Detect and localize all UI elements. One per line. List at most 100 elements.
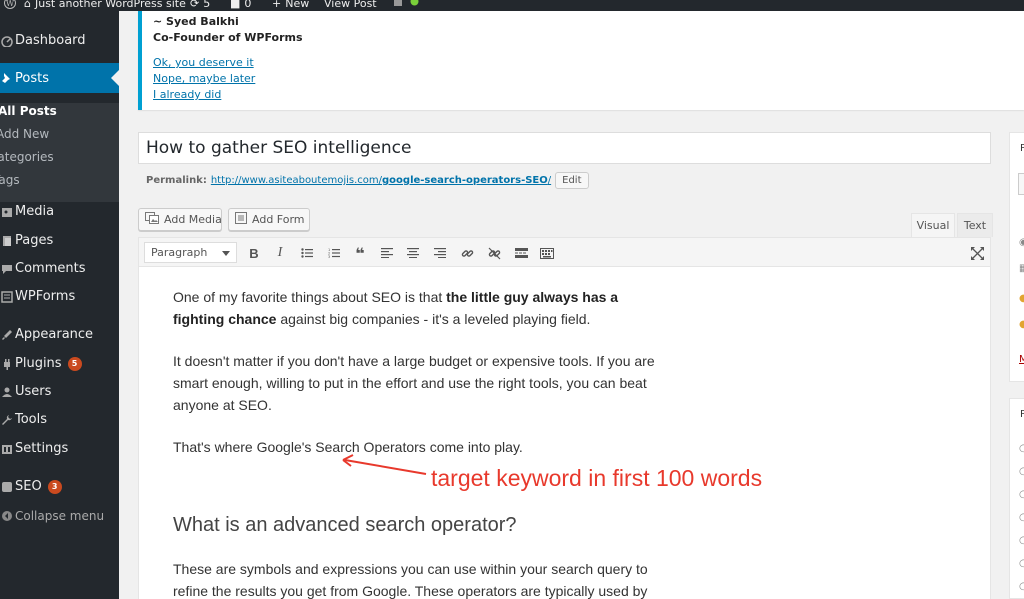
collapse-menu-label: Collapse menu bbox=[15, 509, 105, 523]
radio-option-6[interactable]: ○ bbox=[1019, 558, 1024, 569]
submenu-add-new[interactable]: Add New bbox=[0, 127, 49, 141]
wpforms-icon bbox=[0, 290, 14, 304]
publish-panel-heading: P bbox=[1020, 143, 1024, 154]
move-to-trash-link[interactable]: M bbox=[1019, 354, 1024, 365]
sidebar-item-settings[interactable]: Settings bbox=[0, 441, 119, 456]
permalink-link[interactable]: http://www.asiteaboutemojis.com/google-s… bbox=[211, 175, 551, 186]
submenu-all-posts[interactable]: All Posts bbox=[0, 104, 57, 118]
posts-submenu: All Posts Add New Categories Tags bbox=[0, 103, 119, 202]
sidebar-item-label: Tools bbox=[15, 412, 48, 427]
dashboard-icon bbox=[0, 34, 14, 48]
radio-option-1[interactable]: ○ bbox=[1019, 443, 1024, 454]
sidebar-item-tools[interactable]: Tools bbox=[0, 412, 119, 427]
sidebar-item-dashboard[interactable]: Dashboard bbox=[0, 33, 119, 48]
radio-option-4[interactable]: ○ bbox=[1019, 512, 1024, 523]
updates-count: 5 bbox=[203, 0, 211, 10]
sidebar-item-label: Dashboard bbox=[15, 33, 86, 48]
numbered-list-icon[interactable]: 123 bbox=[325, 244, 343, 262]
sidebar-item-media[interactable]: Media bbox=[0, 204, 119, 219]
svg-text:3: 3 bbox=[328, 255, 330, 258]
format-select-value: Paragraph bbox=[151, 246, 208, 259]
add-form-label: Add Form bbox=[252, 213, 305, 226]
admin-sidebar: Dashboard Posts All Posts Add New Catego… bbox=[0, 11, 119, 599]
comment-icon: ■ bbox=[230, 0, 241, 10]
site-name-link[interactable]: ⌂ Just another WordPress site bbox=[24, 0, 186, 10]
paragraph-2: It doesn't matter if you don't have a la… bbox=[173, 353, 655, 413]
review-request-notice: ~ Syed Balkhi Co-Founder of WPForms Ok, … bbox=[138, 11, 1024, 110]
sidebar-item-label: Comments bbox=[15, 261, 86, 276]
post-title-input[interactable]: How to gather SEO intelligence bbox=[138, 132, 991, 164]
wordpress-logo-icon[interactable]: W bbox=[4, 0, 16, 9]
seo-plugin-icon[interactable] bbox=[393, 0, 403, 7]
sidebar-item-pages[interactable]: Pages bbox=[0, 233, 119, 248]
notice-author-role: Co-Founder of WPForms bbox=[153, 31, 303, 44]
sidebar-item-users[interactable]: Users bbox=[0, 384, 119, 399]
updates-link[interactable]: ⟳ 5 bbox=[190, 0, 210, 10]
fullscreen-icon[interactable] bbox=[968, 244, 986, 262]
align-center-icon[interactable] bbox=[404, 244, 422, 262]
plus-icon: + bbox=[272, 0, 282, 10]
editor-content-area[interactable]: One of my favorite things about SEO is t… bbox=[138, 267, 991, 599]
paragraph-4: These are symbols and expressions you ca… bbox=[173, 561, 648, 599]
sidebar-item-label: WPForms bbox=[15, 289, 76, 304]
sidebar-item-label: Settings bbox=[15, 441, 69, 456]
add-form-button[interactable]: Add Form bbox=[228, 208, 310, 231]
paintbrush-icon bbox=[0, 328, 14, 342]
sidebar-item-label: Plugins bbox=[15, 356, 62, 371]
remove-link-icon[interactable] bbox=[485, 244, 503, 262]
radio-option-7[interactable]: ○ bbox=[1019, 581, 1024, 592]
media-icon bbox=[0, 205, 14, 219]
sidebar-item-wpforms[interactable]: WPForms bbox=[0, 289, 119, 304]
tab-visual[interactable]: Visual bbox=[911, 213, 955, 237]
notice-link-deserve[interactable]: Ok, you deserve it bbox=[153, 56, 254, 69]
sidebar-item-seo[interactable]: SEO 3 bbox=[0, 479, 119, 494]
seo-notification-badge: 3 bbox=[47, 479, 62, 494]
insert-link-icon[interactable] bbox=[458, 244, 476, 262]
seo-status-dot-icon bbox=[410, 0, 419, 6]
align-left-icon[interactable] bbox=[378, 244, 396, 262]
sidebar-item-label: SEO bbox=[15, 479, 42, 494]
read-more-icon[interactable] bbox=[512, 244, 530, 262]
view-post-link[interactable]: View Post bbox=[324, 0, 377, 10]
bullet-list-icon[interactable] bbox=[298, 244, 316, 262]
sidebar-item-label: Media bbox=[15, 204, 55, 219]
sidebar-item-label: Appearance bbox=[15, 327, 94, 342]
add-media-label: Add Media bbox=[164, 213, 222, 226]
notice-link-later[interactable]: Nope, maybe later bbox=[153, 72, 255, 85]
radio-option-3[interactable]: ○ bbox=[1019, 489, 1024, 500]
visibility-icon: ◉ bbox=[1019, 237, 1024, 248]
format-select[interactable]: Paragraph bbox=[144, 242, 237, 263]
format-panel: P ○ ○ ○ ○ ○ ○ ○ bbox=[1009, 398, 1024, 599]
sidebar-item-posts[interactable]: Posts bbox=[0, 63, 119, 93]
new-content-link[interactable]: + New bbox=[272, 0, 309, 10]
blockquote-icon[interactable]: ❝ bbox=[351, 244, 369, 263]
permalink-label: Permalink: bbox=[146, 175, 207, 186]
radio-option-5[interactable]: ○ bbox=[1019, 535, 1024, 546]
sidebar-item-appearance[interactable]: Appearance bbox=[0, 327, 119, 342]
notice-link-already-did[interactable]: I already did bbox=[153, 88, 221, 101]
italic-icon[interactable]: I bbox=[271, 244, 289, 262]
collapse-menu-button[interactable]: Collapse menu bbox=[0, 509, 119, 523]
sidebar-item-label: Pages bbox=[15, 233, 54, 248]
bold-icon[interactable]: B bbox=[245, 244, 263, 262]
sidebar-item-plugins[interactable]: Plugins 5 bbox=[0, 356, 119, 371]
tab-text[interactable]: Text bbox=[957, 213, 993, 237]
submenu-tags[interactable]: Tags bbox=[0, 173, 20, 187]
paragraph-1-end: against big companies - it's a leveled p… bbox=[276, 311, 591, 327]
comments-link[interactable]: ■ 0 bbox=[230, 0, 251, 10]
align-right-icon[interactable] bbox=[431, 244, 449, 262]
add-media-button[interactable]: Add Media bbox=[138, 208, 222, 231]
submenu-categories[interactable]: Categories bbox=[0, 150, 54, 164]
permalink-row: Permalink: http://www.asiteaboutemojis.c… bbox=[146, 172, 589, 189]
comments-count: 0 bbox=[244, 0, 252, 10]
toolbar-toggle-icon[interactable] bbox=[538, 244, 556, 262]
users-icon bbox=[0, 385, 14, 399]
edit-permalink-button[interactable]: Edit bbox=[555, 172, 589, 189]
save-draft-button[interactable] bbox=[1018, 173, 1024, 195]
content-subheading: What is an advanced search operator? bbox=[173, 514, 517, 536]
radio-option-2[interactable]: ○ bbox=[1019, 466, 1024, 477]
paragraph-1-start: One of my favorite things about SEO is t… bbox=[173, 289, 447, 305]
permalink-slug: google-search-operators-SEO bbox=[382, 175, 548, 186]
editor-toolbar: Paragraph B I 123 ❝ bbox=[138, 237, 991, 267]
sidebar-item-comments[interactable]: Comments bbox=[0, 261, 119, 276]
